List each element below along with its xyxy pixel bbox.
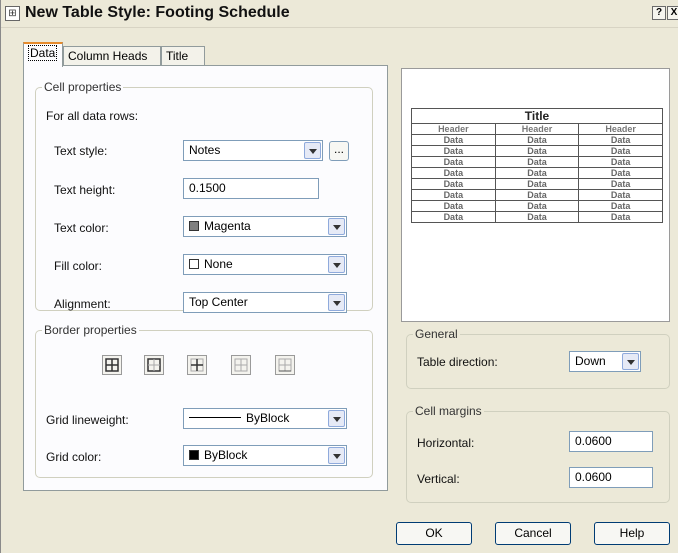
- help-icon[interactable]: ?: [652, 6, 666, 20]
- preview-table: Title Header Header Header Data Data Data …: [411, 108, 663, 223]
- text-height-label: Text height:: [54, 183, 116, 197]
- preview-data-cell: Data: [578, 156, 663, 168]
- text-height-input[interactable]: 0.1500: [183, 178, 319, 199]
- close-icon[interactable]: X: [667, 6, 678, 20]
- chevron-down-icon[interactable]: [328, 218, 345, 235]
- preview-data-cell: Data: [494, 134, 580, 146]
- cancel-button[interactable]: Cancel: [495, 522, 571, 545]
- text-style-label: Text style:: [54, 144, 108, 158]
- tab-title[interactable]: Title: [161, 46, 205, 66]
- grid-color-select[interactable]: ByBlock: [183, 445, 347, 466]
- chevron-down-icon[interactable]: [328, 410, 345, 427]
- window-title: New Table Style: Footing Schedule: [25, 4, 290, 21]
- table-direction-value: Down: [575, 354, 606, 368]
- preview-header-cell: Header: [411, 123, 496, 135]
- grid-lineweight-label: Grid lineweight:: [46, 413, 129, 427]
- ok-button[interactable]: OK: [396, 522, 472, 545]
- cell-properties-group: Cell properties For all data rows: Text …: [35, 80, 373, 313]
- preview-data-cell: Data: [578, 134, 663, 146]
- cell-margins-group: Cell margins Horizontal: 0.0600 Vertical…: [406, 404, 670, 503]
- preview-data-cell: Data: [494, 145, 580, 157]
- app-icon: ⊞: [5, 6, 20, 21]
- chevron-down-icon[interactable]: [304, 142, 321, 159]
- preview-data-cell: Data: [494, 189, 580, 201]
- preview-data-cell: Data: [411, 145, 496, 157]
- for-all-rows-label: For all data rows:: [46, 109, 139, 123]
- all-borders-icon[interactable]: [102, 355, 122, 375]
- horizontal-margin-label: Horizontal:: [417, 436, 475, 450]
- help-button[interactable]: Help: [594, 522, 670, 545]
- tab-data[interactable]: Data: [23, 42, 63, 67]
- cell-margins-legend: Cell margins: [413, 404, 484, 418]
- preview-data-cell: Data: [411, 134, 496, 146]
- grid-color-value: ByBlock: [204, 448, 248, 462]
- preview-data-cell: Data: [494, 156, 580, 168]
- lineweight-sample: [189, 417, 241, 418]
- chevron-down-icon[interactable]: [328, 294, 345, 311]
- fill-color-label: Fill color:: [54, 259, 103, 273]
- border-properties-legend: Border properties: [42, 323, 139, 337]
- preview-data-cell: Data: [411, 167, 496, 179]
- preview-data-cell: Data: [411, 156, 496, 168]
- color-swatch: [189, 221, 199, 231]
- text-color-value: Magenta: [204, 219, 251, 233]
- text-color-select[interactable]: Magenta: [183, 216, 347, 237]
- text-style-value: Notes: [189, 143, 221, 157]
- color-swatch: [189, 259, 199, 269]
- inside-borders-icon[interactable]: [187, 355, 207, 375]
- data-tab-panel: Cell properties For all data rows: Text …: [23, 65, 388, 491]
- grid-lineweight-select[interactable]: ByBlock: [183, 408, 347, 429]
- chevron-down-icon[interactable]: [622, 353, 639, 370]
- fill-color-select[interactable]: None: [183, 254, 347, 275]
- preview-data-cell: Data: [578, 167, 663, 179]
- bottom-border-icon[interactable]: [275, 355, 295, 375]
- preview-data-cell: Data: [411, 211, 496, 223]
- grid-color-label: Grid color:: [46, 450, 102, 464]
- text-color-label: Text color:: [54, 221, 109, 235]
- preview-data-cell: Data: [578, 178, 663, 190]
- table-direction-select[interactable]: Down: [569, 351, 641, 372]
- cell-properties-legend: Cell properties: [42, 80, 124, 94]
- preview-header-cell: Header: [578, 123, 663, 135]
- alignment-select[interactable]: Top Center: [183, 292, 347, 313]
- general-legend: General: [413, 327, 460, 341]
- horizontal-margin-input[interactable]: 0.0600: [569, 431, 653, 452]
- preview-data-cell: Data: [494, 200, 580, 212]
- grid-lineweight-value: ByBlock: [246, 411, 290, 425]
- chevron-down-icon[interactable]: [328, 447, 345, 464]
- vertical-margin-input[interactable]: 0.0600: [569, 467, 653, 488]
- preview-data-cell: Data: [578, 145, 663, 157]
- preview-data-cell: Data: [411, 200, 496, 212]
- preview-header-cell: Header: [494, 123, 580, 135]
- preview-data-cell: Data: [578, 200, 663, 212]
- dialog-window: ⊞ New Table Style: Footing Schedule ? X …: [0, 0, 678, 553]
- chevron-down-icon[interactable]: [328, 256, 345, 273]
- preview-data-cell: Data: [578, 211, 663, 223]
- preview-data-cell: Data: [411, 178, 496, 190]
- alignment-value: Top Center: [189, 295, 248, 309]
- alignment-label: Alignment:: [54, 297, 111, 311]
- table-style-preview: Title Header Header Header Data Data Data …: [401, 68, 670, 322]
- preview-data-cell: Data: [494, 211, 580, 223]
- fill-color-value: None: [204, 257, 233, 271]
- table-direction-label: Table direction:: [417, 355, 498, 369]
- preview-data-cell: Data: [494, 178, 580, 190]
- preview-data-cell: Data: [578, 189, 663, 201]
- color-swatch: [189, 450, 199, 460]
- browse-text-style-button[interactable]: ...: [329, 141, 349, 161]
- vertical-margin-label: Vertical:: [417, 472, 460, 486]
- border-properties-group: Border properties Grid lineweight: ByBlo…: [35, 323, 373, 478]
- tab-column-heads[interactable]: Column Heads: [63, 46, 161, 66]
- preview-title: Title: [411, 108, 663, 124]
- outside-borders-icon[interactable]: [144, 355, 164, 375]
- title-bar: ⊞ New Table Style: Footing Schedule ? X: [1, 0, 678, 28]
- no-borders-icon[interactable]: [231, 355, 251, 375]
- text-style-select[interactable]: Notes: [183, 140, 323, 161]
- preview-data-cell: Data: [494, 167, 580, 179]
- general-group: General Table direction: Down: [406, 327, 670, 389]
- preview-data-cell: Data: [411, 189, 496, 201]
